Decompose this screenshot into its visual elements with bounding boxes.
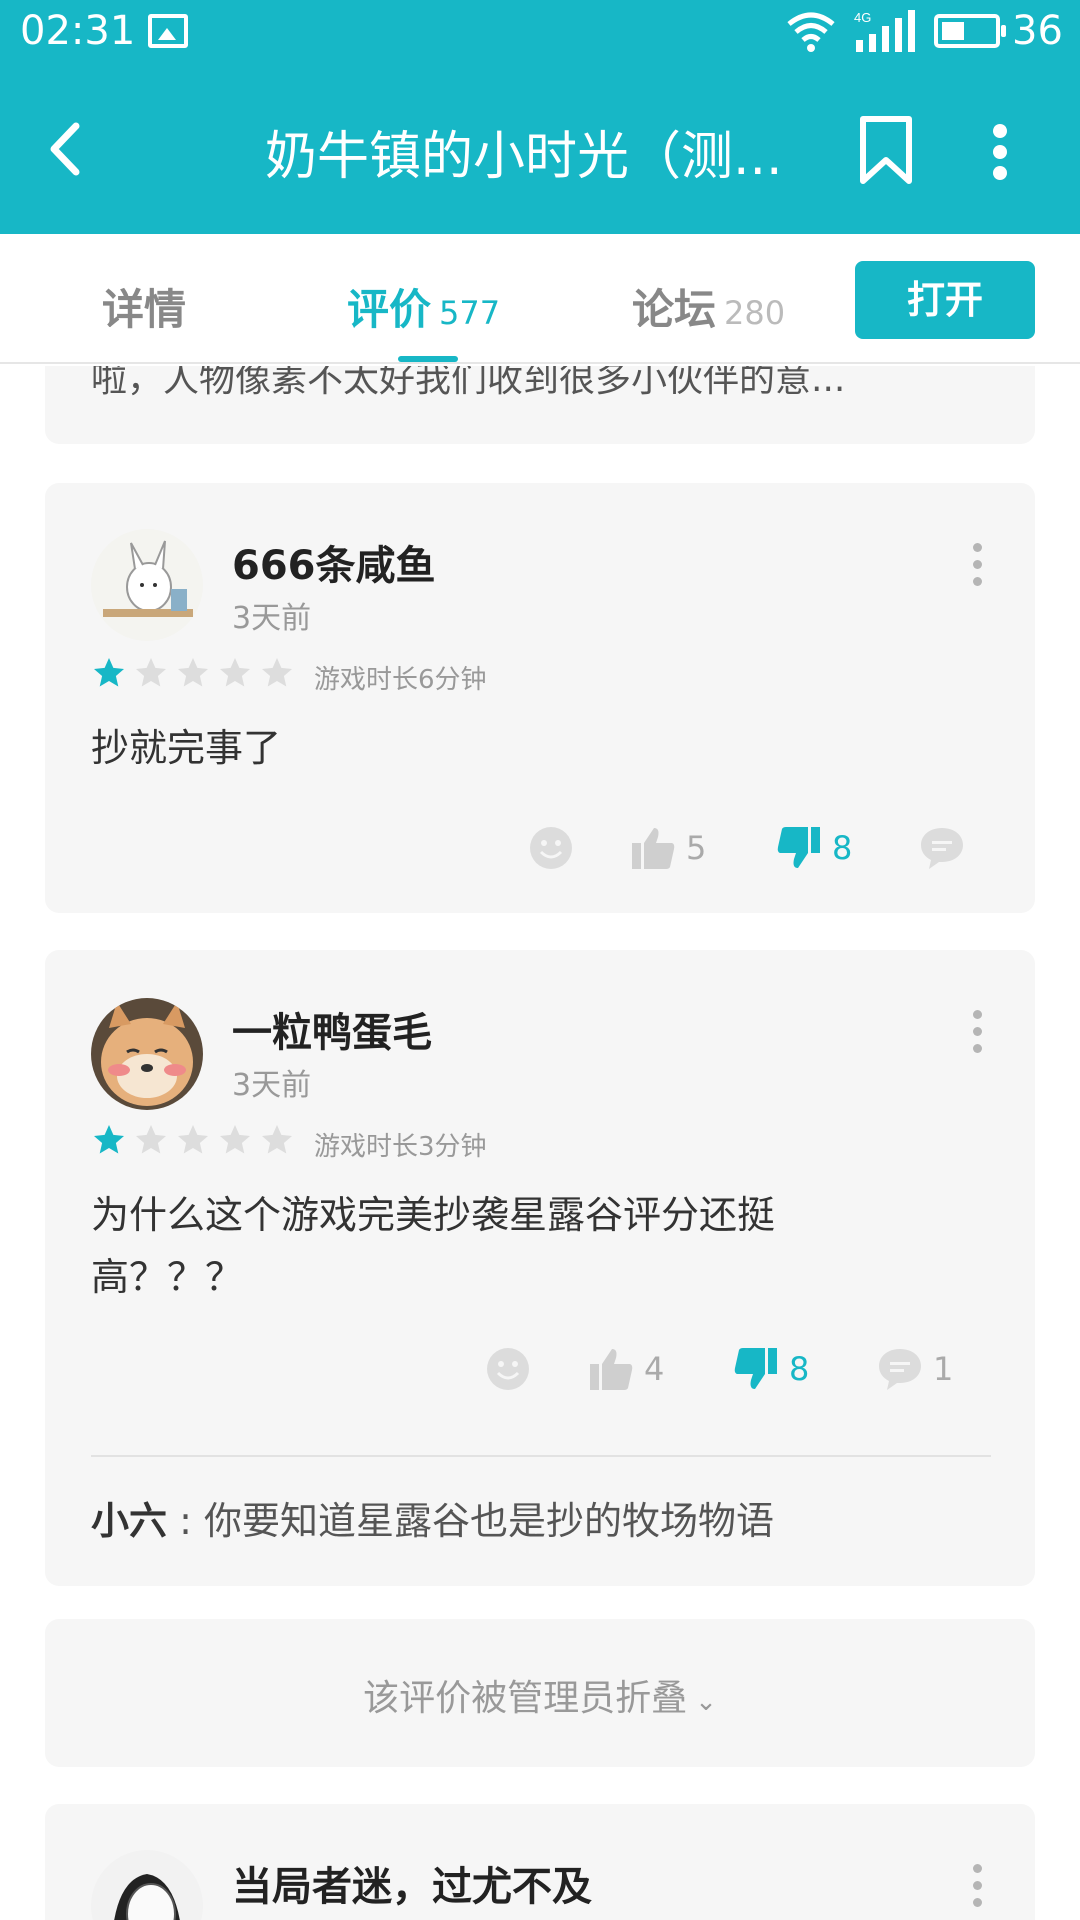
star-empty-icon (262, 1125, 292, 1154)
review-card-partial[interactable]: 啦，人物像素不太好我们收到很多小伙伴的意... (45, 366, 1035, 444)
active-tab-indicator (398, 356, 458, 362)
reply-text: 你要知道星露谷也是抄的牧场物语 (203, 1499, 774, 1543)
tab-count: 577 (439, 294, 501, 332)
review-card[interactable]: 一粒鸭蛋毛 3天前 游戏时长3分钟 为什么这个游戏完美抄袭星露谷评分还挺高？？？… (45, 950, 1035, 1586)
chevron-down-icon: ⌄ (695, 1687, 717, 1717)
dislike-button[interactable]: 8 (733, 1344, 809, 1394)
avatar[interactable] (91, 998, 203, 1110)
review-text: 抄就完事了 (91, 726, 282, 770)
tab-bar: 详情 评价 577 论坛 280 打开 (0, 234, 1080, 364)
tab-reviews[interactable]: 评价 577 (347, 276, 500, 337)
dislike-button[interactable]: 8 (776, 823, 852, 873)
username[interactable]: 666条咸鱼 (232, 533, 436, 591)
more-options-icon[interactable] (968, 541, 988, 589)
star-empty-icon (262, 658, 292, 687)
star-filled-icon (94, 1125, 124, 1154)
star-rating (91, 655, 301, 691)
tab-details[interactable]: 详情 (102, 276, 186, 337)
image-notification-icon (148, 14, 188, 48)
tab-forum[interactable]: 论坛 280 (632, 276, 785, 337)
reply-item[interactable]: 小六 : 你要知道星露谷也是抄的牧场物语 (91, 1490, 774, 1545)
more-options-icon[interactable] (968, 1008, 988, 1056)
dislike-count: 8 (789, 1350, 810, 1388)
thumbs-up-icon (590, 1349, 633, 1390)
tab-count: 280 (724, 294, 786, 332)
star-empty-icon (178, 658, 208, 687)
avatar[interactable] (91, 529, 203, 641)
comment-icon (921, 828, 963, 869)
comment-count: 1 (933, 1350, 954, 1388)
like-button[interactable]: 4 (588, 1344, 664, 1394)
smiley-icon (530, 827, 572, 869)
page-title: 奶牛镇的小时光（测... (265, 127, 783, 187)
play-time: 游戏时长3分钟 (314, 1132, 487, 1162)
folded-notice[interactable]: 该评价被管理员折叠 ⌄ (45, 1669, 1035, 1721)
back-arrow-icon[interactable] (40, 114, 100, 184)
cellular-signal-icon: 4G (854, 10, 915, 52)
like-button[interactable]: 5 (630, 823, 706, 873)
reply-author[interactable]: 小六 (91, 1499, 167, 1543)
smiley-icon (487, 1348, 529, 1390)
tab-label: 论坛 (632, 285, 717, 334)
tab-label: 详情 (102, 285, 187, 334)
emoji-reaction-button[interactable] (528, 823, 584, 873)
wifi-icon (787, 12, 835, 52)
reply-separator: : (167, 1499, 204, 1543)
reply-divider (91, 1455, 991, 1457)
username[interactable]: 一粒鸭蛋毛 (232, 1000, 432, 1058)
review-card[interactable]: 666条咸鱼 3天前 游戏时长6分钟 抄就完事了 5 8 (45, 483, 1035, 913)
star-filled-icon (94, 658, 124, 687)
star-empty-icon (220, 658, 250, 687)
play-time: 游戏时长6分钟 (314, 665, 487, 695)
more-vertical-icon[interactable] (980, 122, 1020, 182)
star-empty-icon (178, 1125, 208, 1154)
app-bar: 奶牛镇的小时光（测... (0, 64, 1080, 234)
thumbs-up-icon (632, 828, 675, 869)
review-text: 为什么这个游戏完美抄袭星露谷评分还挺高？？？ (91, 1193, 776, 1299)
star-empty-icon (220, 1125, 250, 1154)
battery-icon (934, 14, 1006, 48)
more-options-icon[interactable] (968, 1862, 988, 1910)
thumbs-down-icon (734, 1348, 777, 1389)
comment-button[interactable] (919, 823, 975, 873)
star-empty-icon (136, 658, 166, 687)
review-text: 啦，人物像素不太好我们收到很多小伙伴的意... (91, 366, 846, 400)
post-time: 3天前 (232, 601, 312, 636)
comment-button[interactable]: 1 (877, 1344, 953, 1394)
like-count: 5 (686, 829, 707, 867)
folded-review-card[interactable]: 该评价被管理员折叠 ⌄ (45, 1619, 1035, 1767)
like-count: 4 (644, 1350, 665, 1388)
reviews-list[interactable]: 啦，人物像素不太好我们收到很多小伙伴的意... 666条咸鱼 3天前 游戏时长6… (0, 366, 1080, 1920)
status-bar: 02:31 4G 36 (0, 0, 1080, 64)
star-empty-icon (136, 1125, 166, 1154)
status-time: 02:31 (20, 8, 136, 54)
star-rating (91, 1122, 301, 1158)
open-button[interactable]: 打开 (855, 261, 1035, 339)
review-card[interactable]: 当局者迷，过尤不及 (45, 1804, 1035, 1920)
network-type-label: 4G (854, 10, 871, 25)
username[interactable]: 当局者迷，过尤不及 (232, 1854, 592, 1912)
thumbs-down-icon (777, 827, 820, 868)
bookmark-icon[interactable] (858, 114, 914, 186)
comment-icon (879, 1349, 921, 1390)
tab-label: 评价 (347, 285, 432, 334)
emoji-reaction-button[interactable] (485, 1344, 541, 1394)
post-time: 3天前 (232, 1068, 312, 1103)
dislike-count: 8 (832, 829, 853, 867)
avatar[interactable] (91, 1850, 203, 1920)
battery-level: 36 (1012, 8, 1063, 54)
folded-notice-text: 该评价被管理员折叠 (363, 1678, 688, 1719)
